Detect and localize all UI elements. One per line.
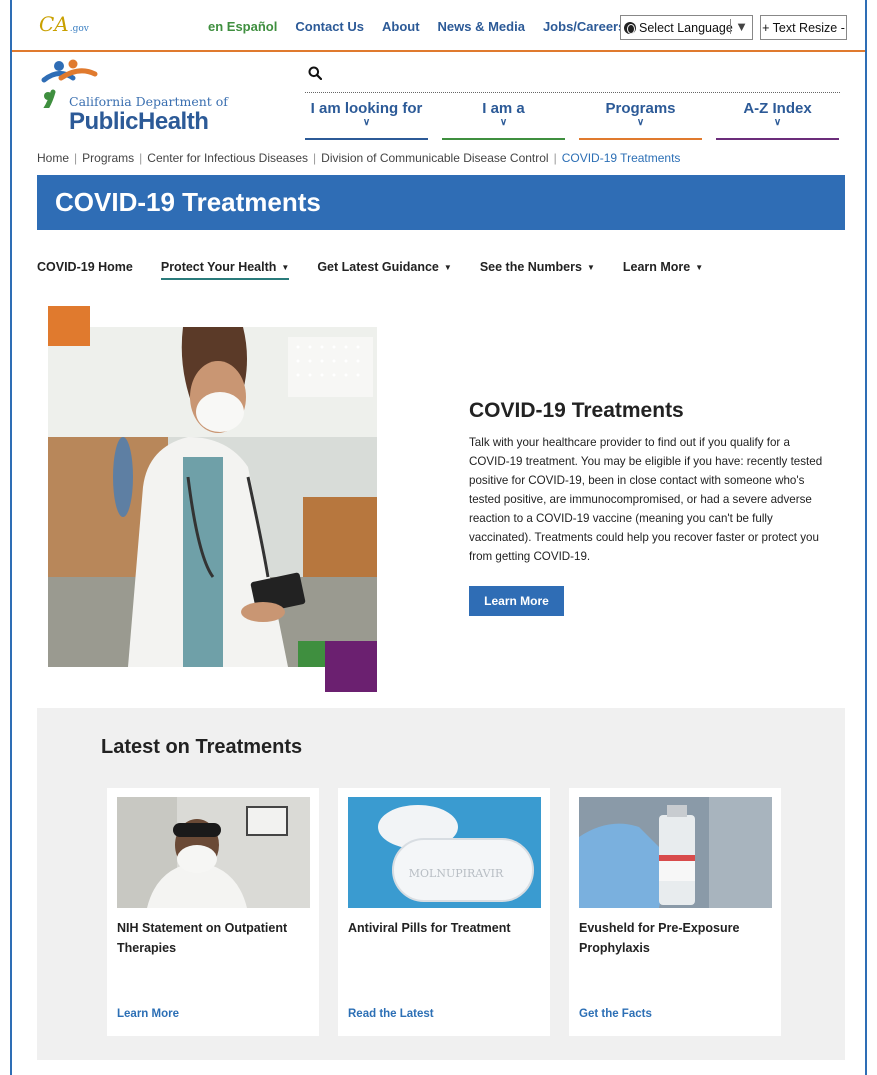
logo-dept-text: California Department of (69, 94, 228, 109)
nav-label: I am a (482, 100, 525, 117)
breadcrumb-home[interactable]: Home (37, 151, 69, 165)
card-image-vial (579, 797, 772, 908)
breadcrumb-center-infectious[interactable]: Center for Infectious Diseases (147, 151, 308, 165)
chevron-down-icon: ∨ (499, 117, 508, 128)
caret-down-icon: ▼ (443, 263, 452, 272)
contact-us-link[interactable]: Contact Us (295, 19, 364, 34)
section-nav: COVID-19 Home Protect Your Health ▼ Get L… (37, 260, 731, 280)
hero-body: Talk with your healthcare provider to fi… (469, 436, 823, 563)
subnav-label: Get Latest Guidance (317, 260, 439, 274)
breadcrumb-separator: | (139, 151, 143, 165)
decor-orange-square (48, 306, 90, 346)
logo-name-text: PublicHealth (69, 108, 209, 135)
hero-learn-more-button[interactable]: Learn More (469, 586, 564, 616)
globe-icon (624, 21, 636, 34)
subnav-label: Learn More (622, 260, 691, 274)
chevron-down-icon: ∨ (773, 117, 782, 128)
decor-purple-square (325, 641, 377, 692)
chevron-down-icon: ∨ (362, 117, 371, 128)
subnav-label: Protect Your Health (160, 260, 277, 274)
jobs-careers-link[interactable]: Jobs/Careers (543, 19, 625, 34)
breadcrumb-separator: | (74, 151, 78, 165)
latest-section: Latest on Treatments NIH Statement on Ou… (37, 708, 845, 1060)
breadcrumb-separator: | (553, 151, 557, 165)
breadcrumb: Home | Programs | Center for Infectious Di… (37, 151, 680, 165)
text-resize-button[interactable]: + Text Resize - (760, 15, 847, 40)
news-card-antiviral[interactable]: MOLNUPIRAVIR Antiviral Pills for Treatme… (338, 788, 550, 1036)
news-card-nih[interactable]: NIH Statement on Outpatient Therapies Le… (107, 788, 319, 1036)
dropdown-arrow-icon: ▼ (730, 19, 748, 34)
nav-i-am-a[interactable]: I am a ∨ (442, 100, 565, 140)
breadcrumb-current: COVID-19 Treatments (561, 151, 681, 165)
about-link[interactable]: About (382, 19, 420, 34)
page-title-banner: COVID-19 Treatments (37, 175, 845, 230)
nav-label: I am looking for (310, 100, 423, 117)
caret-down-icon: ▼ (695, 263, 704, 272)
card-title[interactable]: NIH Statement on Outpatient Therapies (117, 918, 312, 958)
caret-down-icon: ▼ (586, 263, 595, 272)
hero-doctor-photo (48, 327, 377, 667)
news-card-evusheld[interactable]: Evusheld for Pre-Exposure Prophylaxis Ge… (569, 788, 781, 1036)
latest-heading: Latest on Treatments (101, 736, 303, 758)
ca-gov-logo[interactable]: CA.gov (39, 12, 89, 36)
subnav-covid-home[interactable]: COVID-19 Home (37, 260, 133, 280)
espanol-link[interactable]: en Español (208, 19, 277, 34)
page-title: COVID-19 Treatments (55, 187, 321, 217)
hero-heading: COVID-19 Treatments (469, 399, 684, 422)
cdph-logo[interactable]: California Department of PublicHealth (39, 58, 259, 138)
header-divider (305, 92, 840, 93)
search-icon[interactable] (308, 66, 322, 80)
nav-label: A-Z Index (743, 100, 812, 117)
card-link[interactable]: Learn More (117, 1008, 179, 1020)
decor-green-square (298, 641, 325, 667)
card-image-doctor-mask (117, 797, 310, 908)
breadcrumb-separator: | (313, 151, 317, 165)
nav-programs[interactable]: Programs ∨ (579, 100, 702, 140)
card-image-pills: MOLNUPIRAVIR (348, 797, 541, 908)
hero-content: COVID-19 Treatments Talk with your healt… (469, 399, 829, 566)
subnav-label: COVID-19 Home (37, 260, 133, 274)
breadcrumb-division[interactable]: Division of Communicable Disease Control (321, 151, 548, 165)
subnav-protect-health[interactable]: Protect Your Health ▼ (160, 260, 290, 280)
language-select[interactable]: Select Language ▼ (620, 15, 753, 40)
chevron-down-icon: ∨ (636, 117, 645, 128)
caret-down-icon: ▼ (281, 263, 290, 272)
subnav-learn-more[interactable]: Learn More ▼ (623, 260, 703, 280)
card-link[interactable]: Read the Latest (348, 1008, 434, 1020)
pill-label: MOLNUPIRAVIR (409, 867, 504, 880)
page-frame: CA.gov en Español Contact Us About News … (10, 0, 867, 1075)
subnav-label: See the Numbers (479, 260, 582, 274)
nav-i-am-looking-for[interactable]: I am looking for ∨ (305, 100, 428, 140)
breadcrumb-programs[interactable]: Programs (82, 151, 134, 165)
card-title[interactable]: Antiviral Pills for Treatment (348, 918, 543, 938)
subnav-latest-guidance[interactable]: Get Latest Guidance ▼ (317, 260, 451, 280)
nav-label: Programs (605, 100, 676, 117)
card-link[interactable]: Get the Facts (579, 1008, 652, 1020)
utility-links: en Español Contact Us About News & Media… (208, 19, 625, 34)
card-title[interactable]: Evusheld for Pre-Exposure Prophylaxis (579, 918, 774, 958)
news-media-link[interactable]: News & Media (438, 19, 525, 34)
nav-a-z-index[interactable]: A-Z Index ∨ (716, 100, 839, 140)
language-select-label: Select Language (639, 20, 733, 35)
main-nav: I am looking for ∨ I am a ∨ Programs ∨ A… (305, 100, 840, 140)
subnav-see-numbers[interactable]: See the Numbers ▼ (480, 260, 595, 280)
utility-bar: CA.gov en Español Contact Us About News … (12, 0, 865, 52)
